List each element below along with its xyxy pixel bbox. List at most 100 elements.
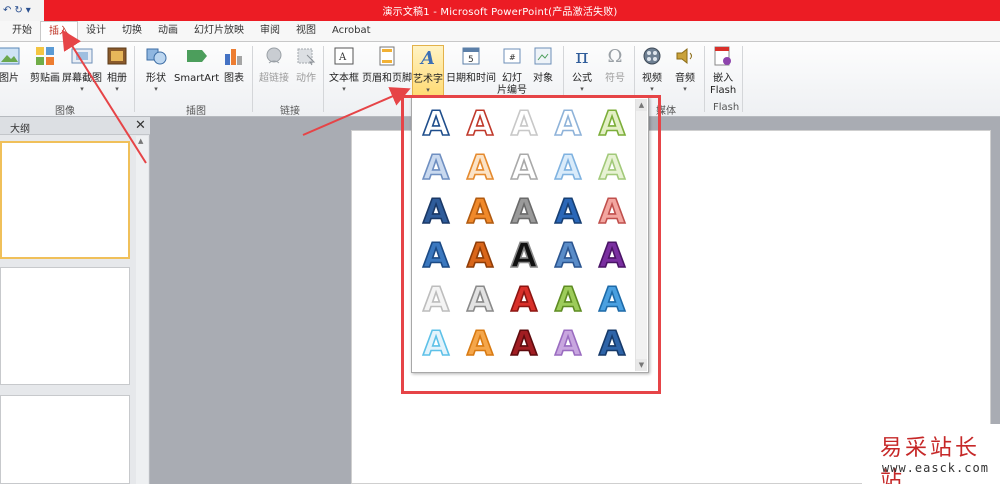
tab-6[interactable]: 审阅 <box>252 21 288 41</box>
wordart-style-13[interactable]: A <box>502 188 546 232</box>
wordart-letter-a-icon: A <box>510 323 539 361</box>
pane-scrollbar[interactable]: ▲ <box>136 136 148 484</box>
svg-text:A: A <box>511 104 538 141</box>
scroll-up-icon[interactable]: ▲ <box>138 137 143 145</box>
slide-thumbnail[interactable] <box>0 267 130 385</box>
chart-button[interactable]: 图表 <box>223 45 245 85</box>
tab-2[interactable]: 设计 <box>78 21 114 41</box>
symbol-button[interactable]: Ω 符号 <box>604 45 626 85</box>
wordart-letter-a-icon: A <box>466 191 495 229</box>
action-button[interactable]: 动作 <box>295 45 317 85</box>
group-separator <box>134 46 135 112</box>
dropdown-arrow-icon: ▾ <box>154 85 158 93</box>
wordart-style-7[interactable]: A <box>458 144 502 188</box>
group-separator <box>742 46 743 112</box>
wordart-style-11[interactable]: A <box>414 188 458 232</box>
tab-7[interactable]: 视图 <box>288 21 324 41</box>
wordart-style-9[interactable]: A <box>546 144 590 188</box>
wordart-style-1[interactable]: A <box>414 100 458 144</box>
tab-outline[interactable]: 大纲 <box>10 120 30 135</box>
audio-button[interactable]: 音频 ▾ <box>674 45 696 93</box>
scroll-up-icon[interactable]: ▲ <box>636 99 647 111</box>
slide-number-button[interactable]: # 幻灯 片编号 <box>497 45 527 97</box>
wordart-letter-a-icon: A <box>510 279 539 317</box>
wordart-style-8[interactable]: A <box>502 144 546 188</box>
wordart-style-27[interactable]: A <box>458 320 502 364</box>
slide-thumbnail[interactable] <box>0 395 130 484</box>
wordart-letter-a-icon: A <box>510 235 539 273</box>
tab-8[interactable]: Acrobat <box>324 21 379 41</box>
datetime-button[interactable]: 5 日期和时间 <box>446 45 496 85</box>
wordart-style-28[interactable]: A <box>502 320 546 364</box>
wordart-style-30[interactable]: A <box>590 320 634 364</box>
wordart-style-24[interactable]: A <box>546 276 590 320</box>
wordart-style-17[interactable]: A <box>458 232 502 276</box>
wordart-style-6[interactable]: A <box>414 144 458 188</box>
watermark-logo-text: 易采站长站 <box>880 436 981 484</box>
wordart-letter-a-icon: A <box>422 235 451 273</box>
scroll-down-icon[interactable]: ▼ <box>636 359 647 371</box>
svg-text:A: A <box>467 280 494 317</box>
embed-flash-button[interactable]: 嵌入 Flash <box>710 45 736 97</box>
screenshot-button[interactable]: 屏幕截图 ▾ <box>62 45 102 93</box>
wordart-style-21[interactable]: A <box>414 276 458 320</box>
wordart-button[interactable]: A 艺术字 ▾ <box>412 45 444 102</box>
hyperlink-button[interactable]: 超链接 <box>259 45 289 85</box>
textbox-icon: A <box>333 45 355 67</box>
shapes-button[interactable]: 形状 ▾ <box>145 45 167 93</box>
header-footer-button[interactable]: 页眉和页脚 <box>362 45 412 85</box>
svg-text:A: A <box>599 324 626 361</box>
wordart-style-29[interactable]: A <box>546 320 590 364</box>
omega-icon: Ω <box>607 45 623 67</box>
svg-text:A: A <box>423 324 450 361</box>
tab-3[interactable]: 切换 <box>114 21 150 41</box>
shapes-icon <box>145 45 167 67</box>
wordart-style-26[interactable]: A <box>414 320 458 364</box>
wordart-letter-a-icon: A <box>422 103 451 141</box>
clipart-button[interactable]: 剪贴画 <box>30 45 60 85</box>
object-button[interactable]: 对象 <box>532 45 554 85</box>
window-title: 演示文稿1 - Microsoft PowerPoint(产品激活失败) <box>382 7 618 18</box>
wordart-style-15[interactable]: A <box>590 188 634 232</box>
tab-5[interactable]: 幻灯片放映 <box>186 21 252 41</box>
wordart-style-3[interactable]: A <box>502 100 546 144</box>
wordart-letter-a-icon: A <box>466 103 495 141</box>
svg-text:A: A <box>467 104 494 141</box>
wordart-style-16[interactable]: A <box>414 232 458 276</box>
dropdown-arrow-icon: ▾ <box>650 85 654 93</box>
textbox-button[interactable]: A 文本框 ▾ <box>329 45 359 93</box>
wordart-style-10[interactable]: A <box>590 144 634 188</box>
wordart-style-20[interactable]: A <box>590 232 634 276</box>
wordart-letter-a-icon: A <box>554 147 583 185</box>
wordart-style-18[interactable]: A <box>502 232 546 276</box>
picture-button[interactable]: 图片 <box>0 45 20 85</box>
gallery-scrollbar[interactable]: ▲ ▼ <box>635 99 647 371</box>
smartart-button[interactable]: SmartArt <box>174 45 219 85</box>
close-icon[interactable]: ✕ <box>135 118 146 133</box>
equation-button[interactable]: π 公式 ▾ <box>571 44 593 93</box>
tab-0[interactable]: 开始 <box>4 21 40 41</box>
tab-4[interactable]: 动画 <box>150 21 186 41</box>
wordart-style-19[interactable]: A <box>546 232 590 276</box>
slide-thumbnail[interactable] <box>0 141 130 259</box>
svg-text:A: A <box>555 324 582 361</box>
slide-number-icon: # <box>501 45 523 67</box>
film-reel-icon <box>641 45 663 67</box>
svg-text:A: A <box>511 236 538 273</box>
svg-text:A: A <box>555 280 582 317</box>
wordart-style-2[interactable]: A <box>458 100 502 144</box>
tab-1[interactable]: 插入 <box>40 21 78 41</box>
wordart-style-4[interactable]: A <box>546 100 590 144</box>
wordart-style-23[interactable]: A <box>502 276 546 320</box>
wordart-letter-a-icon: A <box>422 191 451 229</box>
wordart-style-14[interactable]: A <box>546 188 590 232</box>
video-button[interactable]: 视频 ▾ <box>641 45 663 93</box>
wordart-letter-a-icon: A <box>422 147 451 185</box>
calendar-icon: 5 <box>460 45 482 67</box>
wordart-style-12[interactable]: A <box>458 188 502 232</box>
album-button[interactable]: 相册 ▾ <box>106 45 128 93</box>
wordart-style-22[interactable]: A <box>458 276 502 320</box>
action-icon <box>295 45 317 67</box>
wordart-style-25[interactable]: A <box>590 276 634 320</box>
wordart-style-5[interactable]: A <box>590 100 634 144</box>
